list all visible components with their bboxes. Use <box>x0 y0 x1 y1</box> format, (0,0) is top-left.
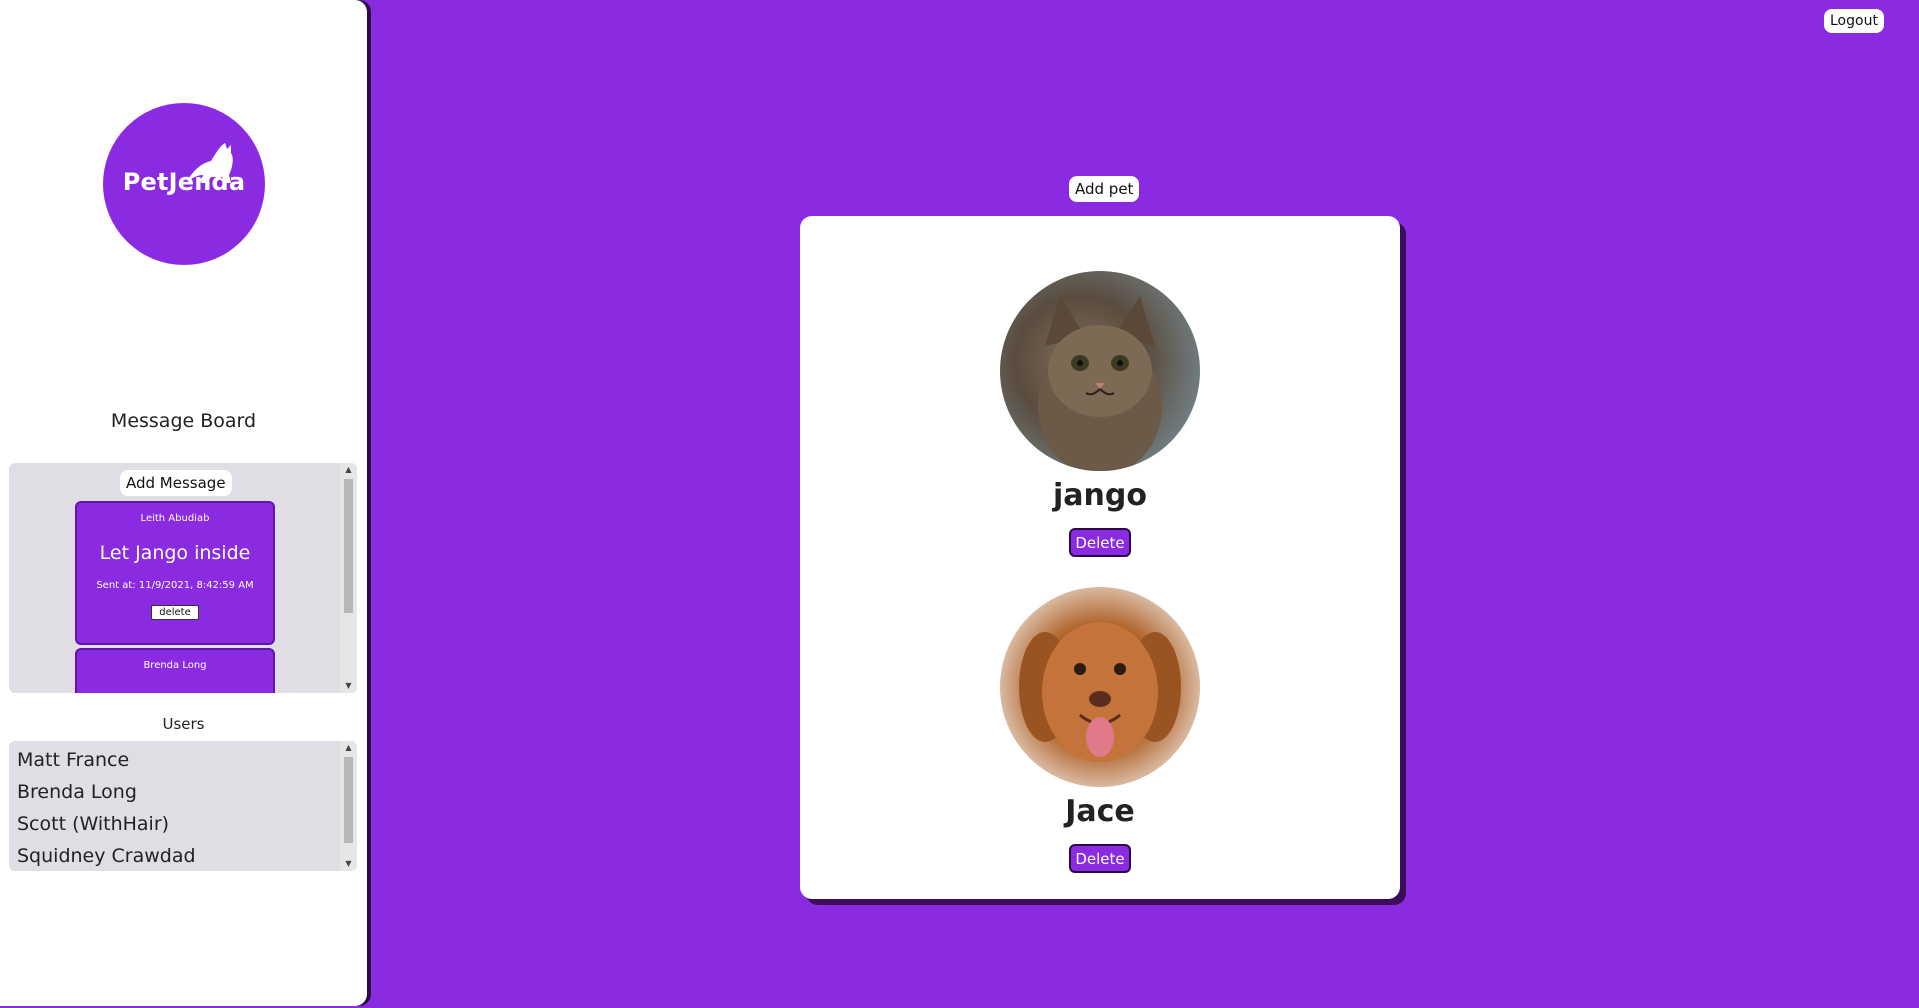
message-board-list[interactable]: Add Message Leith Abudiab Let Jango insi… <box>9 463 357 693</box>
cat-face-icon <box>1038 296 1162 471</box>
sidebar: PetJenda Message Board Add Message Leith… <box>0 0 367 1006</box>
delete-pet-button[interactable]: Delete <box>1069 528 1131 557</box>
message-author: Leith Abudiab <box>140 513 210 524</box>
delete-pet-button[interactable]: Delete <box>1069 844 1131 873</box>
app-root: PetJenda Message Board Add Message Leith… <box>0 0 1919 1008</box>
scroll-down-icon[interactable]: ▼ <box>340 679 357 693</box>
dog-face-icon <box>1019 622 1181 762</box>
pets-card: jango Delete Jace Delete <box>800 216 1400 899</box>
message-card: Leith Abudiab Let Jango inside Sent at: … <box>75 501 275 645</box>
cat-photo-icon <box>1000 271 1200 471</box>
add-pet-button[interactable]: Add pet <box>1069 176 1140 202</box>
message-timestamp: Sent at: 11/9/2021, 8:42:59 AM <box>96 580 254 591</box>
users-list[interactable]: Matt France Brenda Long Scott (WithHair)… <box>9 741 357 871</box>
dog-photo-icon <box>1000 587 1200 787</box>
delete-message-button[interactable]: delete <box>151 605 199 620</box>
user-item: Scott (WithHair) <box>17 813 170 835</box>
message-board-title: Message Board <box>110 410 257 432</box>
user-item: Brenda Long <box>17 781 137 803</box>
users-scrollbar[interactable]: ▲ ▼ <box>340 741 357 871</box>
petjenda-logo: PetJenda <box>103 103 265 265</box>
message-board-scrollbar[interactable]: ▲ ▼ <box>340 463 357 693</box>
message-text: Let Jango inside <box>99 542 251 564</box>
message-card: Brenda Long <box>75 648 275 693</box>
message-author: Brenda Long <box>143 660 207 671</box>
users-title: Users <box>162 715 205 733</box>
add-message-button[interactable]: Add Message <box>120 470 232 496</box>
scrollbar-thumb[interactable] <box>344 757 353 843</box>
scroll-down-icon[interactable]: ▼ <box>340 857 357 871</box>
pet-name: Jace <box>1065 794 1135 829</box>
scrollbar-thumb[interactable] <box>344 479 353 613</box>
pet-name: jango <box>1053 478 1147 513</box>
user-item: Matt France <box>17 749 130 771</box>
scroll-up-icon[interactable]: ▲ <box>340 741 357 755</box>
scroll-up-icon[interactable]: ▲ <box>340 463 357 477</box>
logout-button[interactable]: Logout <box>1824 9 1884 33</box>
user-item: Squidney Crawdad <box>17 845 196 867</box>
logo-text: PetJenda <box>122 168 246 196</box>
